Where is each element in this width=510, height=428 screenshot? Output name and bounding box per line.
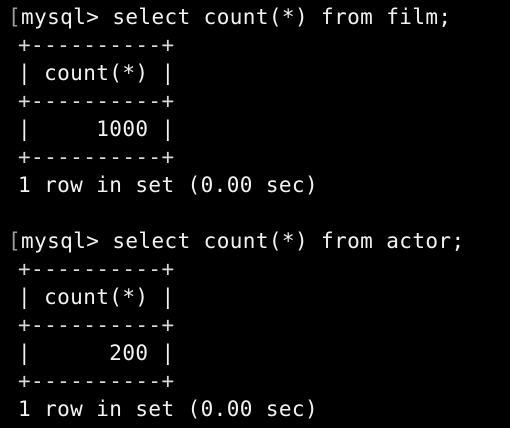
table-border-top: +----------+	[18, 33, 175, 57]
prompt-line-1: [mysql> select count(*) from film;	[8, 3, 451, 31]
prompt-bracket: [	[8, 229, 22, 253]
prompt-bracket: [	[8, 5, 22, 29]
prompt-line-2: [mysql> select count(*) from actor;	[8, 227, 465, 255]
table-border-bottom: +----------+	[18, 369, 175, 393]
prompt-command: mysql> select count(*) from film;	[21, 5, 452, 29]
result-status: 1 row in set (0.00 sec)	[18, 397, 318, 421]
table-border-mid: +----------+	[18, 89, 175, 113]
table-row: | 200 |	[18, 341, 175, 365]
result-status: 1 row in set (0.00 sec)	[18, 173, 318, 197]
prompt-command: mysql> select count(*) from actor;	[21, 229, 465, 253]
table-row: | 1000 |	[18, 117, 175, 141]
table-border-top: +----------+	[18, 257, 175, 281]
table-border-mid: +----------+	[18, 313, 175, 337]
terminal-window[interactable]: [mysql> select count(*) from film; +----…	[0, 0, 510, 428]
table-header-row: | count(*) |	[18, 61, 175, 85]
table-border-bottom: +----------+	[18, 145, 175, 169]
table-header-row: | count(*) |	[18, 285, 175, 309]
